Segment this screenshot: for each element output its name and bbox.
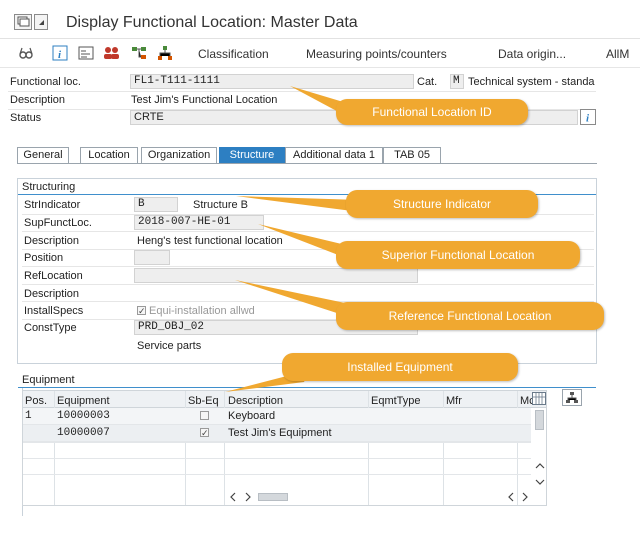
- callout-structure-indicator: Structure Indicator: [346, 190, 538, 218]
- callout-pointers: [225, 86, 360, 392]
- callout-superior-functional-location: Superior Functional Location: [336, 241, 580, 269]
- callout-installed-equipment: Installed Equipment: [282, 353, 518, 381]
- callout-reference-functional-location: Reference Functional Location: [336, 302, 604, 330]
- callout-functional-location-id: Functional Location ID: [336, 99, 528, 125]
